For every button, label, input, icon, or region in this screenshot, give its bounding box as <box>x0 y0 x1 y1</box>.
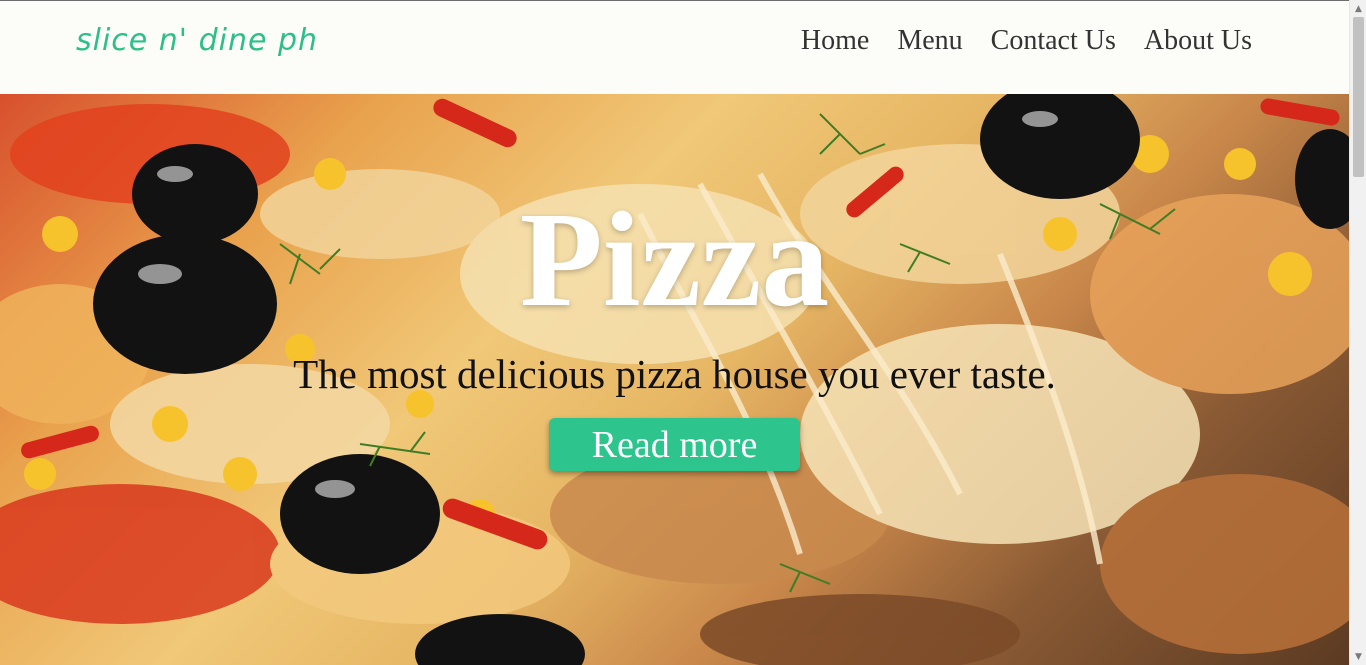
main-nav: Home Menu Contact Us About Us <box>801 25 1252 57</box>
hero-section: Pizza The most delicious pizza house you… <box>0 94 1349 665</box>
page-scrollbar[interactable]: ▲ ▼ <box>1349 0 1366 665</box>
nav-contact-link[interactable]: Contact Us <box>991 25 1116 57</box>
read-more-button[interactable]: Read more <box>549 418 800 471</box>
scroll-down-arrow-icon[interactable]: ▼ <box>1350 648 1366 665</box>
scrollbar-thumb[interactable] <box>1353 17 1364 177</box>
site-header: slice n' dine ph Home Menu Contact Us Ab… <box>0 1 1349 94</box>
site-logo[interactable]: slice n' dine ph <box>76 23 318 58</box>
page: slice n' dine ph Home Menu Contact Us Ab… <box>0 0 1349 665</box>
scroll-up-arrow-icon[interactable]: ▲ <box>1350 0 1366 17</box>
nav-menu-link[interactable]: Menu <box>897 25 962 57</box>
nav-about-link[interactable]: About Us <box>1144 25 1252 57</box>
nav-home-link[interactable]: Home <box>801 25 869 57</box>
hero-title: Pizza <box>519 185 830 335</box>
hero-subtitle: The most delicious pizza house you ever … <box>293 351 1056 397</box>
